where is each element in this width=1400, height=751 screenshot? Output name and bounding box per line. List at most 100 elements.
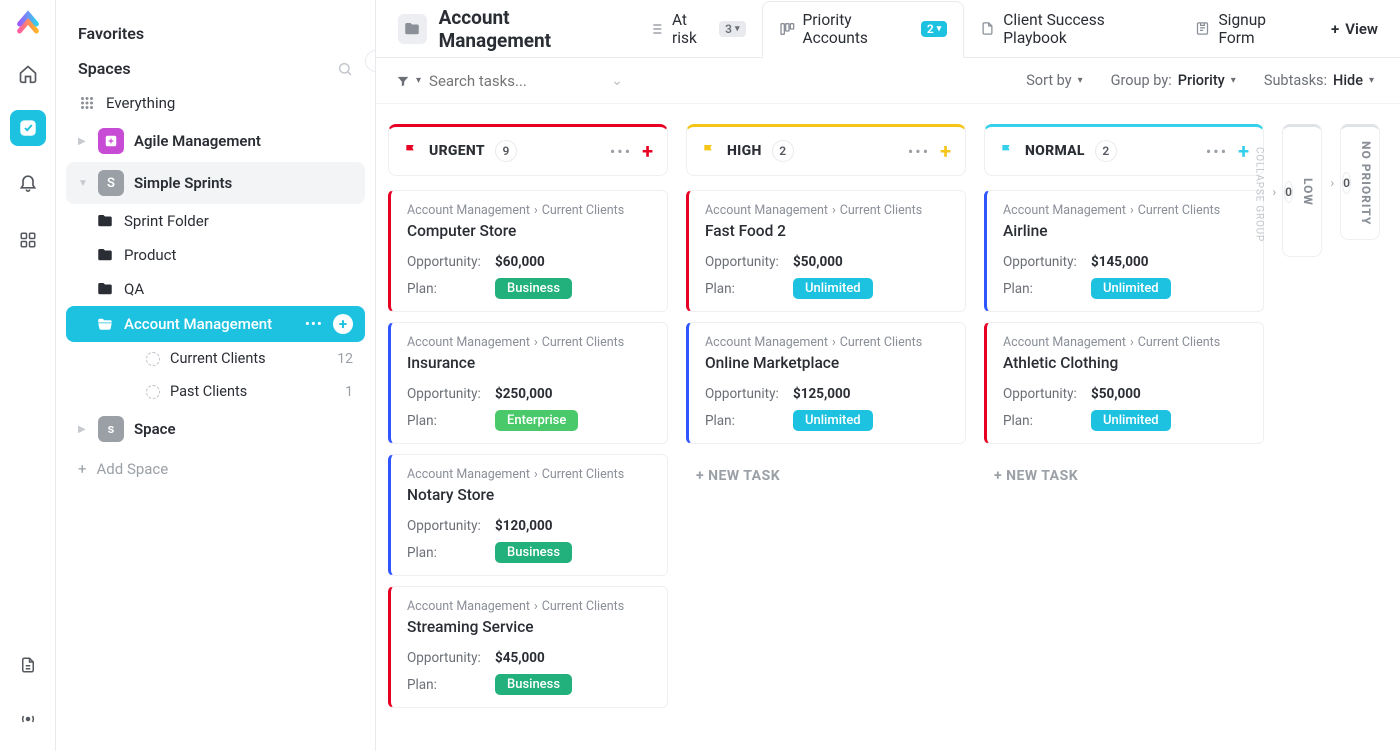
plus-icon: + [1331, 20, 1339, 38]
folder-add-icon[interactable]: + [333, 314, 353, 334]
list-item[interactable]: Current Clients12 [66, 342, 365, 375]
favorites-header[interactable]: Favorites [66, 16, 365, 51]
list-icon [146, 352, 160, 366]
task-card[interactable]: Account Management›Current Clients Compu… [388, 190, 668, 312]
opportunity-value: $145,000 [1091, 254, 1149, 270]
field-label: Opportunity: [407, 254, 495, 270]
folder-item[interactable]: Product [66, 238, 365, 272]
tab-signup-form[interactable]: Signup Form [1179, 0, 1316, 57]
breadcrumb: Account Management›Current Clients [1003, 335, 1249, 350]
folder-icon [96, 280, 114, 298]
column-name: HIGH [727, 143, 762, 159]
sort-by-button[interactable]: Sort by▾ [1012, 72, 1096, 89]
add-space-button[interactable]: + Add Space [66, 450, 365, 488]
column-count: 0 [1342, 172, 1351, 194]
new-task-button[interactable]: + NEW TASK [984, 454, 1264, 498]
list-item[interactable]: Past Clients1 [66, 375, 365, 408]
task-card[interactable]: Account Management›Current Clients Insur… [388, 322, 668, 444]
task-card[interactable]: Account Management›Current Clients Airli… [984, 190, 1264, 312]
nav-apps-icon[interactable] [10, 222, 46, 258]
space-simple-sprints[interactable]: ▼ S Simple Sprints [66, 162, 365, 204]
opportunity-value: $60,000 [495, 254, 545, 270]
tab-label: Client Success Playbook [1003, 11, 1163, 47]
sidebar-collapse-button[interactable]: ‹ [365, 50, 376, 72]
plan-badge: Unlimited [793, 410, 873, 431]
everything-item[interactable]: Everything [66, 86, 365, 120]
folder-item[interactable]: QA [66, 272, 365, 306]
opportunity-value: $45,000 [495, 650, 545, 666]
nav-tasks-icon[interactable] [10, 110, 46, 146]
task-card[interactable]: Account Management›Current Clients Strea… [388, 586, 668, 708]
opportunity-value: $50,000 [1091, 386, 1141, 402]
nav-notifications-icon[interactable] [10, 164, 46, 200]
column-add-icon[interactable]: + [1238, 139, 1249, 163]
simple-space-icon: S [98, 170, 124, 196]
task-title: Athletic Clothing [1003, 354, 1249, 372]
filter-button[interactable]: ▾ [388, 74, 429, 88]
grid-icon [78, 94, 96, 112]
column-header: URGENT 9 ••• + [388, 124, 668, 176]
kanban-board: URGENT 9 ••• + Account Management›Curren… [376, 104, 1400, 751]
tab-client-success[interactable]: Client Success Playbook [964, 0, 1179, 57]
field-label: Opportunity: [705, 254, 793, 270]
spaces-header[interactable]: Spaces [66, 51, 365, 86]
nav-docs-icon[interactable] [10, 647, 46, 683]
nav-home-icon[interactable] [10, 56, 46, 92]
column-add-icon[interactable]: + [940, 139, 951, 163]
flag-icon [403, 143, 419, 159]
plus-icon: + [78, 460, 87, 478]
field-label: Opportunity: [407, 650, 495, 666]
field-label: Plan: [705, 413, 793, 429]
field-label: Plan: [407, 413, 495, 429]
column-name: NORMAL [1025, 143, 1085, 159]
tab-badge: 2 [927, 22, 934, 36]
folder-menu-icon[interactable]: ••• [305, 315, 323, 333]
new-task-button[interactable]: + NEW TASK [686, 454, 966, 498]
breadcrumb: Account Management›Current Clients [407, 599, 653, 614]
task-title: Insurance [407, 354, 653, 372]
subtasks-button[interactable]: Subtasks:Hide▾ [1250, 72, 1388, 89]
opportunity-value: $50,000 [793, 254, 843, 270]
task-card[interactable]: Account Management›Current Clients Athle… [984, 322, 1264, 444]
chevron-right-icon: › [1273, 185, 1277, 199]
tab-at-risk[interactable]: At risk 3▾ [632, 0, 762, 57]
task-title: Online Marketplace [705, 354, 951, 372]
task-card[interactable]: Account Management›Current Clients Onlin… [686, 322, 966, 444]
tab-priority-accounts[interactable]: Priority Accounts 2▾ [762, 1, 965, 58]
everything-label: Everything [106, 94, 175, 112]
breadcrumb: Account Management›Current Clients [407, 467, 653, 482]
folder-label: Account Management [124, 315, 295, 333]
column-menu-icon[interactable]: ••• [610, 142, 632, 161]
folder-label: Sprint Folder [124, 212, 209, 230]
app-logo[interactable] [14, 10, 42, 38]
board-toolbar: ▾ ⌄ Sort by▾ Group by:Priority▾ Subtasks… [376, 58, 1400, 104]
list-count: 1 [345, 384, 353, 400]
plan-badge: Unlimited [1091, 410, 1171, 431]
space-agile[interactable]: ▶ Agile Management [66, 120, 365, 162]
list-icon [648, 21, 664, 37]
column-add-icon[interactable]: + [642, 139, 653, 163]
task-card[interactable]: Account Management›Current Clients Notar… [388, 454, 668, 576]
task-card[interactable]: Account Management›Current Clients Fast … [686, 190, 966, 312]
field-label: Opportunity: [407, 518, 495, 534]
board-icon [779, 21, 795, 37]
column-collapsed[interactable]: LOW 0 › COLLAPSE GROUP [1282, 124, 1322, 751]
list-count: 12 [337, 351, 353, 367]
folder-account-management[interactable]: Account Management ••• + [66, 306, 365, 342]
search-icon[interactable] [337, 61, 353, 77]
chevron-down-icon[interactable]: ⌄ [599, 72, 635, 89]
column-name: NO PRIORITY [1359, 141, 1373, 225]
column-count: 0 [1284, 181, 1293, 203]
space-generic[interactable]: ▶ s Space [66, 408, 365, 450]
search-input[interactable] [429, 72, 599, 90]
tab-label: At risk [672, 11, 711, 47]
column-collapsed[interactable]: NO PRIORITY 0 › [1340, 124, 1380, 751]
plan-badge: Unlimited [793, 278, 873, 299]
group-by-button[interactable]: Group by:Priority▾ [1097, 72, 1250, 89]
add-view-button[interactable]: + View [1317, 20, 1392, 38]
folder-item[interactable]: Sprint Folder [66, 204, 365, 238]
column-menu-icon[interactable]: ••• [1206, 142, 1228, 161]
column-menu-icon[interactable]: ••• [908, 142, 930, 161]
board-column: HIGH 2 ••• + Account Management›Current … [686, 124, 966, 751]
nav-broadcast-icon[interactable] [10, 701, 46, 737]
